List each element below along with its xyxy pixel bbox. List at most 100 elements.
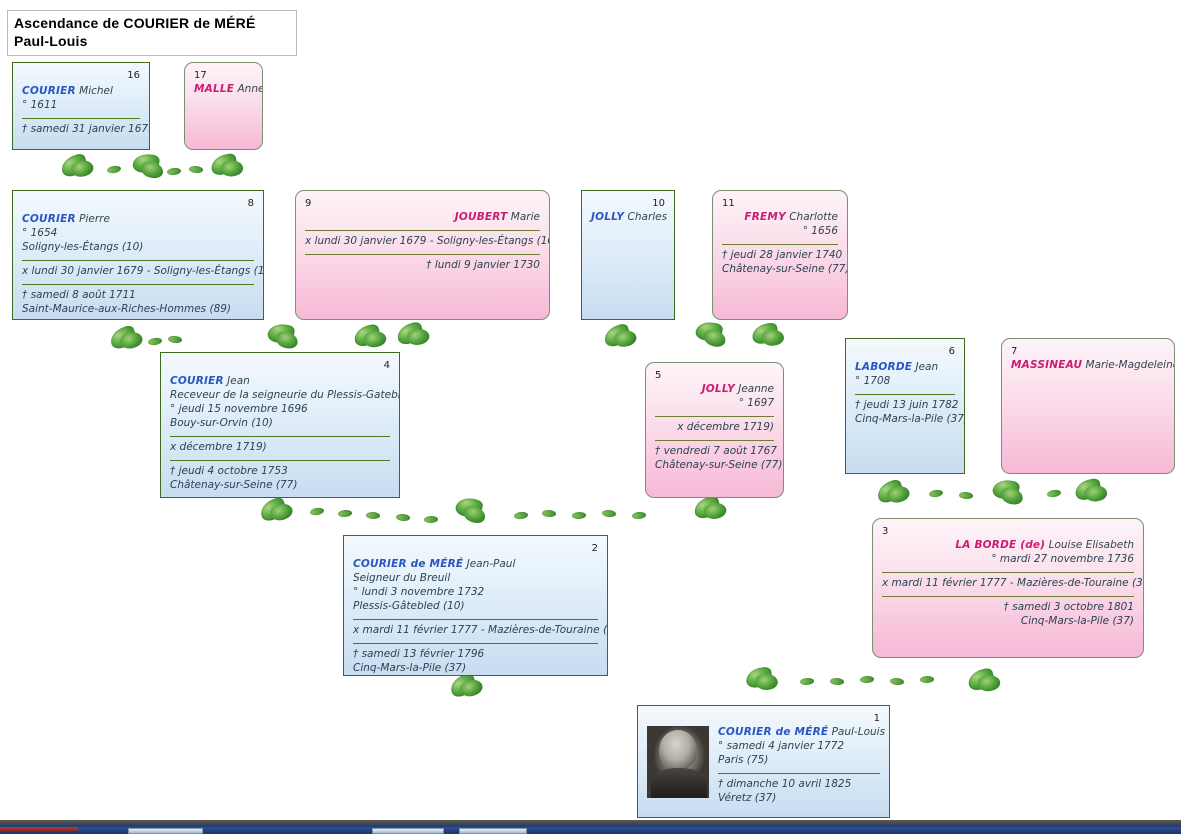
vine-stem-icon — [309, 506, 325, 517]
taskbar[interactable] — [0, 820, 1181, 834]
person-box-6[interactable]: 6 LABORDE Jean ° 1708 † jeudi 13 juin 17… — [845, 338, 965, 474]
leaf-icon — [601, 322, 633, 349]
death-line: † samedi 3 octobre 1801 — [1003, 600, 1134, 613]
sosa-number: 10 — [652, 198, 665, 209]
person-name: JOUBERT Marie — [454, 211, 540, 223]
vine-stem-icon — [423, 515, 439, 524]
vine-stem-icon — [188, 165, 204, 174]
death-line: † samedi 31 janvier 1671 — [22, 122, 150, 135]
death-line: † samedi 8 août 1711 — [22, 288, 136, 301]
taskbar-item[interactable] — [128, 828, 203, 834]
leaf-icon — [874, 478, 906, 505]
marriage-line: x mardi 11 février 1777 - Mazières-de-To… — [353, 623, 608, 636]
death-place-line: Châtenay-sur-Seine (77) — [722, 262, 848, 275]
death-line: † dimanche 10 avril 1825 — [718, 777, 852, 790]
vine-stem-icon — [859, 675, 875, 684]
vine-stem-icon — [166, 167, 182, 176]
person-name: JOLLY Jeanne — [701, 383, 774, 395]
death-place-line: Cinq-Mars-la-Pile (37) — [353, 661, 467, 674]
person-box-4[interactable]: 4 COURIER Jean Receveur de la seigneurie… — [160, 352, 400, 498]
occupation-line: Receveur de la seigneurie du Plessis-Gat… — [170, 388, 400, 401]
leaf-icon — [966, 667, 996, 692]
birth-line: ° mardi 27 novembre 1736 — [991, 552, 1134, 565]
person-box-10[interactable]: 10 JOLLY Charles — [581, 190, 675, 320]
occupation-line: Seigneur du Breuil — [353, 571, 451, 584]
vine-stem-icon — [147, 337, 163, 346]
sosa-number: 17 — [194, 70, 207, 81]
vine-stem-icon — [919, 675, 935, 684]
leaf-icon — [750, 321, 780, 346]
sosa-number: 6 — [948, 346, 955, 357]
vine-stem-icon — [1046, 488, 1062, 499]
birth-line: ° lundi 3 novembre 1732 — [353, 585, 485, 598]
leaf-icon — [694, 319, 724, 344]
taskbar-item[interactable] — [459, 828, 527, 834]
death-line: † samedi 13 février 1796 — [353, 647, 485, 660]
birth-line: ° samedi 4 janvier 1772 — [718, 739, 845, 752]
death-place-line: Châtenay-sur-Seine (77) — [170, 478, 298, 491]
person-box-11[interactable]: 11 FREMY Charlotte ° 1656 † jeudi 28 jan… — [712, 190, 848, 320]
death-place-line: Saint-Maurice-aux-Riches-Hommes (89) — [22, 302, 232, 315]
sosa-number: 1 — [873, 713, 880, 724]
vine-stem-icon — [395, 513, 411, 522]
start-button[interactable] — [0, 827, 78, 831]
leaf-icon — [352, 323, 382, 348]
person-box-7[interactable]: 7 MASSINEAU Marie-Magdeleine — [1001, 338, 1175, 474]
death-place-line: Cinq-Mars-la-Pile (37) — [1020, 614, 1134, 627]
death-line: † vendredi 7 août 1767 — [655, 444, 777, 457]
death-line: † jeudi 28 janvier 1740 — [722, 248, 843, 261]
person-name: COURIER de MÉRÉ Paul-Louis — [718, 726, 886, 738]
vine-stem-icon — [365, 511, 381, 520]
birth-place-line: Bouy-sur-Orvin (10) — [170, 416, 273, 429]
page-title: Ascendance de COURIER de MÉRÉ Paul-Louis — [7, 10, 297, 56]
vine-connector-5-to-2 — [690, 492, 750, 532]
leaf-icon — [58, 152, 90, 179]
birth-place-line: Paris (75) — [718, 753, 769, 766]
death-place-line: Châtenay-sur-Seine (77) — [655, 458, 783, 471]
death-place-line: Cinq-Mars-la-Pile (37) — [855, 412, 965, 425]
death-line: † jeudi 4 octobre 1753 — [170, 464, 288, 477]
person-box-5[interactable]: 5 JOLLY Jeanne ° 1697 x décembre 1719) †… — [645, 362, 784, 498]
person-box-1[interactable]: 1 COURIER de MÉRÉ Paul-Louis ° samedi 4 … — [637, 705, 890, 818]
leaf-icon — [209, 152, 239, 177]
person-name: LA BORDE (de) Louise Elisabeth — [955, 539, 1134, 551]
birth-line: ° 1697 — [738, 396, 774, 409]
person-name: COURIER Jean — [170, 375, 250, 387]
vine-connector-16-17-to-8 — [55, 150, 315, 190]
taskbar-item[interactable] — [372, 828, 444, 834]
person-box-17[interactable]: 17 MALLE Anne — [184, 62, 263, 150]
person-name: MALLE Anne — [194, 83, 263, 95]
sosa-number: 5 — [655, 370, 662, 381]
person-name: COURIER Pierre — [22, 213, 110, 225]
sosa-number: 3 — [882, 526, 889, 537]
vine-connector-4-to-2 — [257, 492, 678, 534]
sosa-number: 16 — [127, 70, 140, 81]
vine-stem-icon — [829, 677, 845, 686]
vine-stem-icon — [106, 164, 122, 175]
death-place-line: Véretz (37) — [718, 791, 777, 804]
person-box-16[interactable]: 16 COURIER Michel ° 1611 † samedi 31 jan… — [12, 62, 150, 150]
death-line: † lundi 9 janvier 1730 — [426, 258, 540, 271]
person-box-8[interactable]: 8 COURIER Pierre ° 1654 Soligny-les-Étan… — [12, 190, 264, 320]
marriage-line: x lundi 30 janvier 1679 - Soligny-les-Ét… — [22, 264, 264, 277]
sosa-number: 7 — [1011, 346, 1018, 357]
marriage-line: x décembre 1719) — [170, 440, 267, 453]
vine-stem-icon — [541, 509, 557, 518]
leaf-icon — [691, 494, 723, 521]
birth-line: ° jeudi 15 novembre 1696 — [170, 402, 308, 415]
person-box-3[interactable]: 3 LA BORDE (de) Louise Elisabeth ° mardi… — [872, 518, 1144, 658]
leaf-icon — [454, 495, 484, 520]
marriage-line: x mardi 11 février 1777 - Mazières-de-To… — [882, 576, 1144, 589]
vine-stem-icon — [601, 509, 617, 518]
leaf-icon — [1073, 477, 1103, 502]
person-box-2[interactable]: 2 COURIER de MÉRÉ Jean-Paul Seigneur du … — [343, 535, 608, 676]
leaf-icon — [744, 666, 774, 689]
sosa-number: 4 — [383, 360, 390, 371]
vine-stem-icon — [337, 509, 353, 518]
person-name: COURIER de MÉRÉ Jean-Paul — [353, 558, 516, 570]
person-box-9[interactable]: 9 JOUBERT Marie x lundi 30 janvier 1679 … — [295, 190, 550, 320]
sosa-number: 11 — [722, 198, 735, 209]
leaf-icon — [394, 320, 426, 347]
leaf-icon — [991, 477, 1021, 502]
person-name: FREMY Charlotte — [744, 211, 838, 223]
